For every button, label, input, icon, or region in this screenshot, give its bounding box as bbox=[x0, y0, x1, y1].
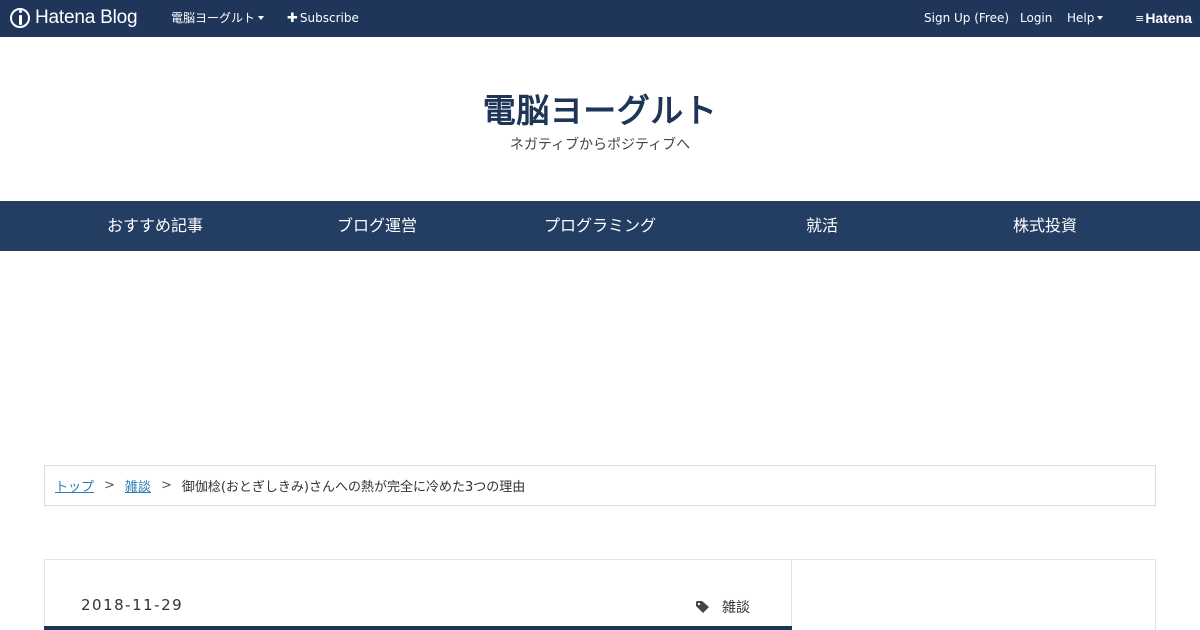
help-label: Help bbox=[1067, 11, 1095, 25]
hatena-info-icon bbox=[10, 8, 30, 28]
help-dropdown[interactable]: Help bbox=[1067, 0, 1104, 37]
hatena-logo[interactable]: ≡ Hatena bbox=[1135, 0, 1192, 37]
blog-menu-label: 電脳ヨーグルト bbox=[171, 11, 256, 25]
login-link[interactable]: Login bbox=[1020, 0, 1052, 37]
chevron-down-icon bbox=[258, 15, 265, 20]
signup-link[interactable]: Sign Up (Free) bbox=[924, 0, 1009, 37]
article-header-bar bbox=[44, 626, 792, 630]
subscribe-button[interactable]: ✚ Subscribe bbox=[287, 0, 359, 37]
nav-item-job-hunting[interactable]: 就活 bbox=[711, 201, 933, 251]
hatena-logo-text: Hatena bbox=[1145, 10, 1192, 26]
global-nav: おすすめ記事 ブログ運営 プログラミング 就活 株式投資 bbox=[0, 201, 1200, 251]
article-date: 2018-11-29 bbox=[81, 596, 184, 614]
article-category-label: 雑談 bbox=[722, 600, 750, 616]
subscribe-label: Subscribe bbox=[299, 11, 359, 25]
nav-item-recommended[interactable]: おすすめ記事 bbox=[44, 201, 266, 251]
nav-item-stock-investment[interactable]: 株式投資 bbox=[934, 201, 1156, 251]
chevron-down-icon bbox=[1097, 15, 1104, 20]
blog-title[interactable]: 電脳ヨーグルト bbox=[0, 84, 1200, 132]
breadcrumb-separator: > bbox=[160, 478, 172, 493]
hatena-blog-brand-text: Hatena Blog bbox=[35, 7, 138, 28]
nav-item-programming[interactable]: プログラミング bbox=[489, 201, 711, 251]
sidebar-container bbox=[791, 559, 1156, 630]
breadcrumb: トップ > 雑談 > 御伽棯(おとぎしきみ)さんへの熱が完全に冷めた3つの理由 bbox=[44, 465, 1156, 506]
breadcrumb-category-link[interactable]: 雑談 bbox=[125, 476, 151, 495]
breadcrumb-current: 御伽棯(おとぎしきみ)さんへの熱が完全に冷めた3つの理由 bbox=[181, 480, 526, 495]
blog-menu-dropdown[interactable]: 電脳ヨーグルト bbox=[171, 0, 265, 37]
breadcrumb-separator: > bbox=[104, 478, 115, 493]
hatena-blog-logo[interactable]: Hatena Blog bbox=[10, 6, 138, 30]
article-container bbox=[44, 559, 792, 630]
hatena-top-bar: Hatena Blog 電脳ヨーグルト ✚ Subscribe Sign Up (… bbox=[0, 0, 1200, 37]
plus-icon: ✚ bbox=[287, 11, 298, 26]
blog-description: ネガティブからポジティブへ bbox=[509, 137, 691, 153]
article-category[interactable]: 雑談 bbox=[696, 597, 750, 617]
nav-item-blog-management[interactable]: ブログ運営 bbox=[266, 201, 488, 251]
breadcrumb-home-link[interactable]: トップ bbox=[55, 476, 94, 495]
tag-icon bbox=[696, 601, 709, 613]
hatena-wave-icon: ≡ bbox=[1135, 12, 1144, 25]
